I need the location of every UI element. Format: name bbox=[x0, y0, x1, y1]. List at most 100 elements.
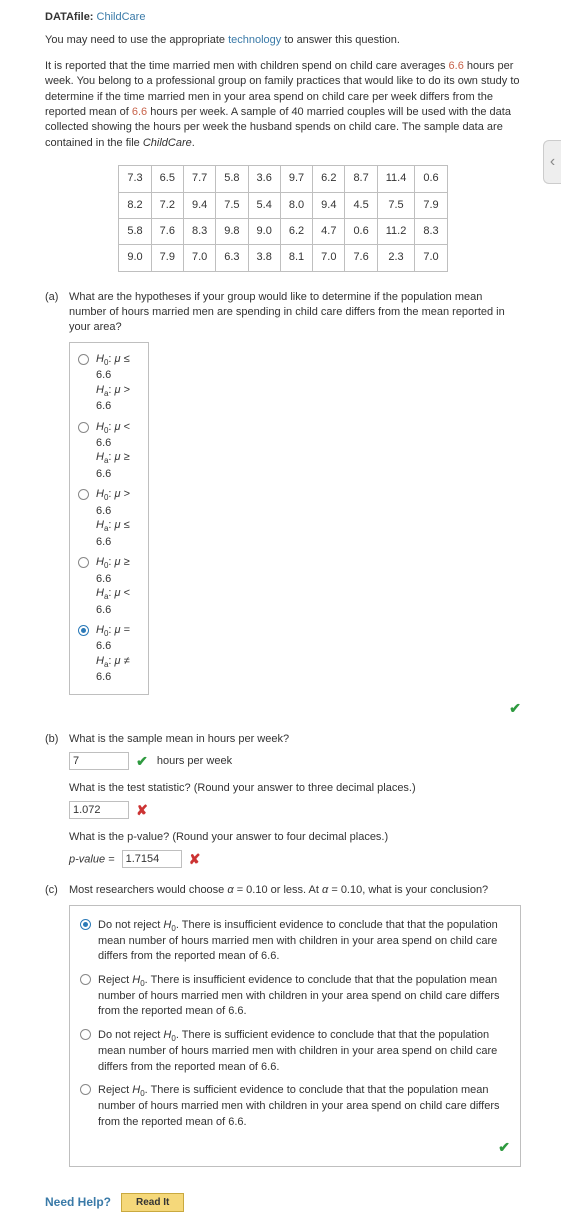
hypothesis-pair: H0: μ ≤ 6.6Ha: μ > 6.6 bbox=[96, 352, 140, 414]
data-cell: 8.1 bbox=[280, 245, 312, 271]
data-cell: 9.8 bbox=[216, 218, 248, 244]
data-cell: 7.2 bbox=[151, 192, 183, 218]
datafile-link[interactable]: ChildCare bbox=[97, 11, 146, 23]
p-value-input[interactable] bbox=[122, 850, 182, 868]
pfile: ChildCare bbox=[143, 137, 192, 149]
data-cell: 3.8 bbox=[248, 245, 280, 271]
pn2: 6.6 bbox=[132, 106, 147, 118]
q3-pre: What is the p-value? (Round your answer … bbox=[69, 831, 388, 843]
data-cell: 8.7 bbox=[345, 166, 377, 192]
radio-icon[interactable] bbox=[78, 625, 89, 636]
data-cell: 7.5 bbox=[216, 192, 248, 218]
radio-icon[interactable] bbox=[80, 1084, 91, 1095]
conclusion-option[interactable]: Do not reject H0. There is insufficient … bbox=[80, 914, 510, 969]
side-tab-chevron-icon[interactable]: ‹ bbox=[543, 140, 561, 184]
sample-mean-input[interactable] bbox=[69, 752, 129, 770]
check-icon: ✔ bbox=[498, 1138, 510, 1158]
data-cell: 0.6 bbox=[415, 166, 447, 192]
hypothesis-pair: H0: μ = 6.6Ha: μ ≠ 6.6 bbox=[96, 623, 140, 685]
part-a-options: H0: μ ≤ 6.6Ha: μ > 6.6 H0: μ < 6.6Ha: μ ≥… bbox=[69, 342, 149, 695]
part-c-label: (c) bbox=[45, 883, 69, 1167]
problem-statement: It is reported that the time married men… bbox=[45, 59, 521, 151]
part-b: (b) What is the sample mean in hours per… bbox=[45, 732, 521, 869]
data-cell: 11.4 bbox=[377, 166, 415, 192]
hypothesis-option[interactable]: H0: μ = 6.6Ha: μ ≠ 6.6 bbox=[78, 620, 140, 688]
hypothesis-pair: H0: μ ≥ 6.6Ha: μ < 6.6 bbox=[96, 555, 140, 617]
data-cell: 8.3 bbox=[183, 218, 215, 244]
data-cell: 5.8 bbox=[216, 166, 248, 192]
data-cell: 6.3 bbox=[216, 245, 248, 271]
part-a-label: (a) bbox=[45, 290, 69, 719]
conclusion-option[interactable]: Reject H0. There is insufficient evidenc… bbox=[80, 969, 510, 1024]
data-cell: 7.9 bbox=[151, 245, 183, 271]
radio-icon[interactable] bbox=[80, 974, 91, 985]
data-cell: 0.6 bbox=[345, 218, 377, 244]
radio-icon[interactable] bbox=[80, 919, 91, 930]
data-cell: 5.4 bbox=[248, 192, 280, 218]
data-cell: 8.2 bbox=[119, 192, 151, 218]
hypothesis-option[interactable]: H0: μ ≤ 6.6Ha: μ > 6.6 bbox=[78, 349, 140, 417]
pt1: It is reported that the time married men… bbox=[45, 60, 449, 72]
p-value-label: p-value = bbox=[69, 853, 115, 865]
datafile-label: DATAfile: bbox=[45, 11, 93, 23]
part-a-question: What are the hypotheses if your group wo… bbox=[69, 290, 521, 336]
check-icon: ✔ bbox=[509, 699, 521, 719]
tech-post: to answer this question. bbox=[281, 34, 400, 46]
test-statistic-input[interactable] bbox=[69, 801, 129, 819]
data-cell: 8.3 bbox=[415, 218, 447, 244]
radio-icon[interactable] bbox=[78, 354, 89, 365]
data-cell: 8.0 bbox=[280, 192, 312, 218]
data-cell: 5.8 bbox=[119, 218, 151, 244]
need-help-label: Need Help? bbox=[45, 1194, 111, 1211]
hypothesis-pair: H0: μ < 6.6Ha: μ ≥ 6.6 bbox=[96, 420, 140, 482]
radio-icon[interactable] bbox=[78, 557, 89, 568]
part-b-q3: What is the p-value? (Round your answer … bbox=[69, 830, 521, 845]
technology-note: You may need to use the appropriate tech… bbox=[45, 33, 521, 48]
cross-icon: ✘ bbox=[136, 801, 148, 821]
hypothesis-option[interactable]: H0: μ ≥ 6.6Ha: μ < 6.6 bbox=[78, 552, 140, 620]
data-cell: 7.0 bbox=[183, 245, 215, 271]
read-it-button[interactable]: Read It bbox=[121, 1193, 184, 1212]
data-cell: 6.5 bbox=[151, 166, 183, 192]
part-b-q2: What is the test statistic? (Round your … bbox=[69, 781, 521, 796]
data-cell: 7.0 bbox=[313, 245, 345, 271]
data-cell: 6.2 bbox=[280, 218, 312, 244]
conclusion-text: Do not reject H0. There is sufficient ev… bbox=[98, 1028, 510, 1075]
technology-link[interactable]: technology bbox=[228, 34, 281, 46]
part-b-label: (b) bbox=[45, 732, 69, 869]
pt4: . bbox=[192, 137, 195, 149]
data-cell: 4.7 bbox=[313, 218, 345, 244]
conclusion-text: Reject H0. There is insufficient evidenc… bbox=[98, 973, 510, 1020]
hypothesis-option[interactable]: H0: μ > 6.6Ha: μ ≤ 6.6 bbox=[78, 484, 140, 552]
data-cell: 7.6 bbox=[345, 245, 377, 271]
data-cell: 9.4 bbox=[313, 192, 345, 218]
pn1: 6.6 bbox=[449, 60, 464, 72]
part-c: (c) Most researchers would choose α = 0.… bbox=[45, 883, 521, 1167]
radio-icon[interactable] bbox=[78, 422, 89, 433]
data-cell: 7.0 bbox=[415, 245, 447, 271]
part-c-options: Do not reject H0. There is insufficient … bbox=[69, 905, 521, 1167]
hypothesis-option[interactable]: H0: μ < 6.6Ha: μ ≥ 6.6 bbox=[78, 417, 140, 485]
data-cell: 4.5 bbox=[345, 192, 377, 218]
part-b-q1: What is the sample mean in hours per wee… bbox=[69, 732, 521, 747]
radio-icon[interactable] bbox=[80, 1029, 91, 1040]
data-cell: 7.9 bbox=[415, 192, 447, 218]
radio-icon[interactable] bbox=[78, 489, 89, 500]
data-cell: 7.7 bbox=[183, 166, 215, 192]
sample-data-table: 7.36.57.75.83.69.76.28.711.40.68.27.29.4… bbox=[118, 165, 447, 272]
tech-pre: You may need to use the appropriate bbox=[45, 34, 228, 46]
data-cell: 7.5 bbox=[377, 192, 415, 218]
unit-hours: hours per week bbox=[157, 755, 232, 767]
need-help-row: Need Help? Read It bbox=[45, 1193, 521, 1212]
conclusion-option[interactable]: Reject H0. There is sufficient evidence … bbox=[80, 1079, 510, 1134]
hypothesis-pair: H0: μ > 6.6Ha: μ ≤ 6.6 bbox=[96, 487, 140, 549]
data-cell: 9.7 bbox=[280, 166, 312, 192]
data-cell: 3.6 bbox=[248, 166, 280, 192]
check-icon: ✔ bbox=[136, 752, 148, 772]
data-cell: 7.3 bbox=[119, 166, 151, 192]
datafile-line: DATAfile: ChildCare bbox=[45, 10, 521, 25]
part-c-question: Most researchers would choose α = 0.10 o… bbox=[69, 883, 521, 898]
cross-icon: ✘ bbox=[189, 850, 201, 870]
data-cell: 7.6 bbox=[151, 218, 183, 244]
conclusion-option[interactable]: Do not reject H0. There is sufficient ev… bbox=[80, 1024, 510, 1079]
